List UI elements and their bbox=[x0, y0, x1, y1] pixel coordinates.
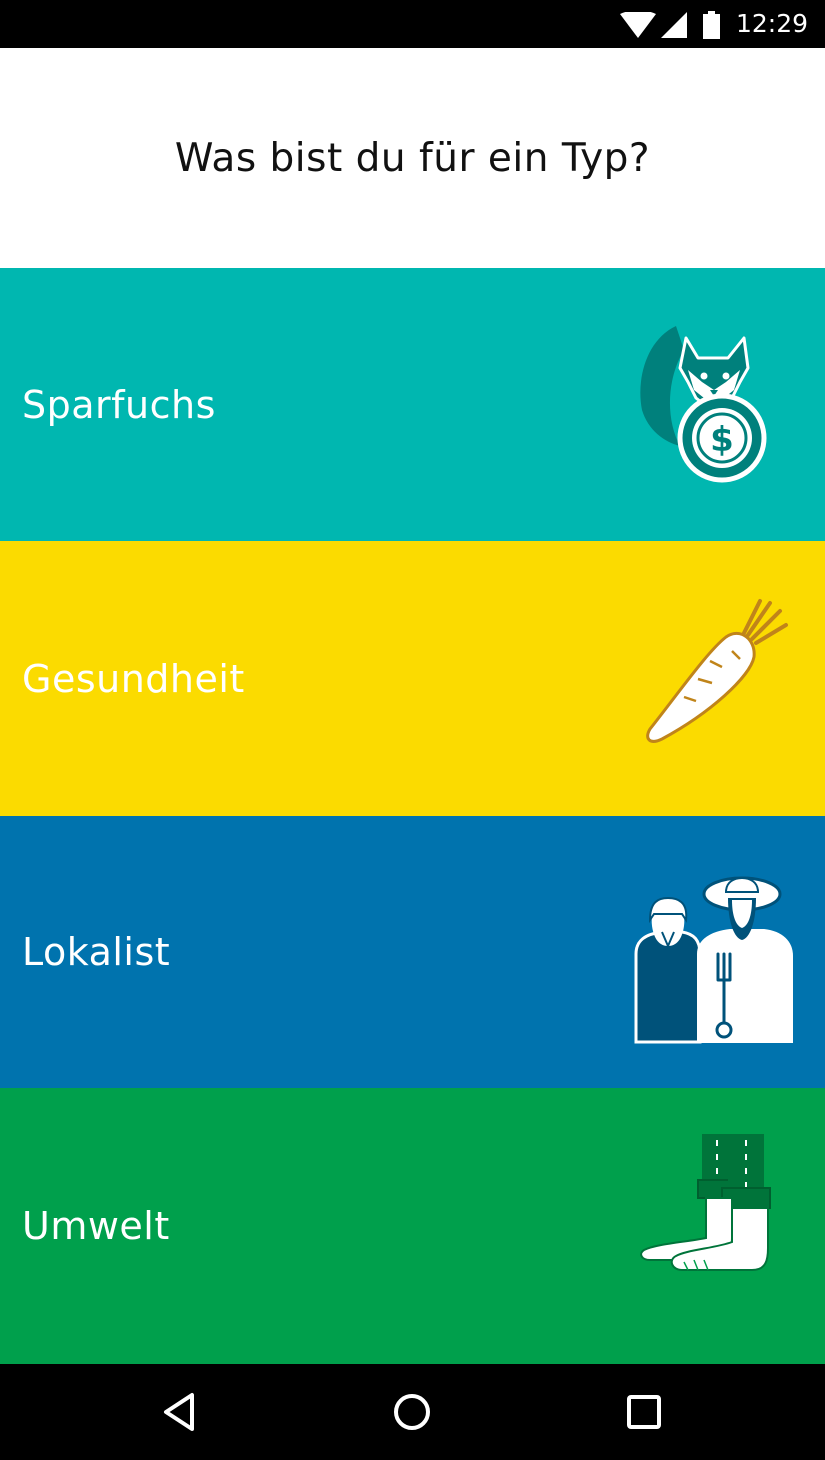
status-bar: 12:29 bbox=[0, 0, 825, 48]
home-icon[interactable] bbox=[389, 1389, 435, 1435]
navigation-bar bbox=[0, 1364, 825, 1460]
wifi-icon bbox=[620, 12, 656, 38]
category-sparfuchs[interactable]: Sparfuchs $ bbox=[0, 268, 825, 541]
category-label: Lokalist bbox=[22, 930, 171, 974]
bare-feet-icon bbox=[640, 1134, 771, 1271]
category-umwelt[interactable]: Umwelt bbox=[0, 1088, 825, 1364]
svg-text:$: $ bbox=[710, 420, 734, 460]
app-screen: 12:29 Was bist du für ein Typ? Sparfuchs… bbox=[0, 0, 825, 1460]
page-title: Was bist du für ein Typ? bbox=[174, 135, 651, 181]
category-label: Sparfuchs bbox=[22, 382, 216, 427]
farmers-icon bbox=[634, 876, 793, 1044]
back-icon[interactable] bbox=[158, 1389, 204, 1435]
fox-coin-icon: $ bbox=[640, 326, 767, 483]
header: Was bist du für ein Typ? bbox=[0, 48, 825, 268]
category-lokalist[interactable]: Lokalist bbox=[0, 816, 825, 1088]
category-gesundheit[interactable]: Gesundheit bbox=[0, 541, 825, 816]
clock: 12:29 bbox=[736, 9, 809, 38]
category-label: Umwelt bbox=[22, 1204, 170, 1248]
recents-icon[interactable] bbox=[621, 1389, 667, 1435]
battery-icon bbox=[703, 11, 720, 39]
category-label: Gesundheit bbox=[22, 656, 245, 701]
carrot-icon bbox=[646, 599, 788, 743]
signal-icon bbox=[661, 12, 687, 38]
